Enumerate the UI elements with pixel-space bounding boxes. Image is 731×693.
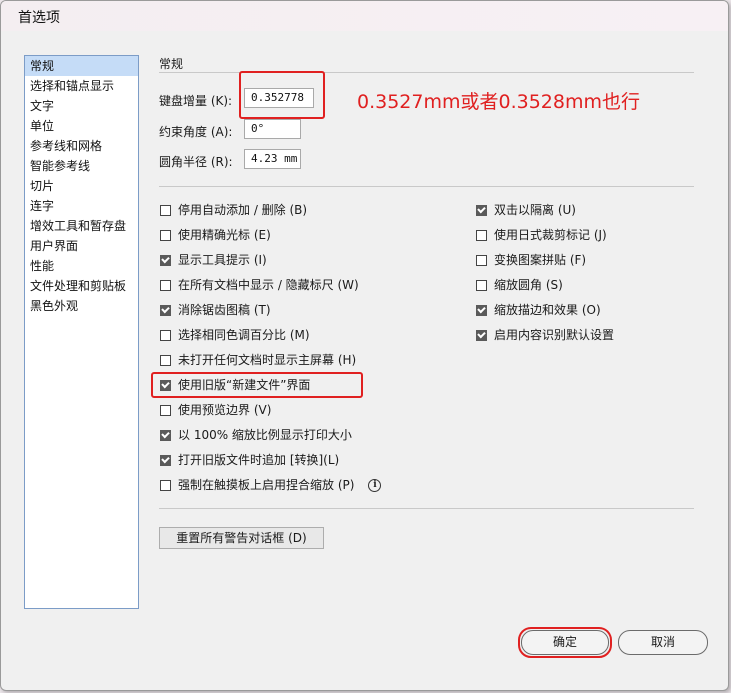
option-label: 未打开任何文档时显示主屏幕 (H)	[178, 353, 357, 367]
option-label: 消除锯齿图稿 (T)	[178, 303, 271, 317]
reset-warnings-button[interactable]: 重置所有警告对话框 (D)	[159, 527, 324, 549]
keyboard-increment-label: 键盘增量 (K):	[159, 94, 233, 108]
option-label: 强制在触摸板上启用捏合缩放 (P)	[178, 478, 355, 492]
sidebar-item[interactable]: 切片	[25, 176, 138, 196]
window-title: 首选项	[18, 10, 60, 26]
sidebar-item[interactable]: 连字	[25, 196, 138, 216]
option-row[interactable]: 启用内容识别默认设置	[476, 326, 614, 344]
option-row[interactable]: 变换图案拼贴 (F)	[476, 251, 586, 269]
checkbox[interactable]	[160, 229, 171, 241]
option-label: 显示工具提示 (I)	[178, 253, 267, 267]
checkbox[interactable]	[160, 479, 171, 491]
sidebar-item[interactable]: 文字	[25, 96, 138, 116]
sidebar-item[interactable]: 用户界面	[25, 236, 138, 256]
checkbox[interactable]	[476, 329, 487, 341]
title-bar: 首选项	[1, 1, 728, 31]
sidebar-item[interactable]: 增效工具和暂存盘	[25, 216, 138, 236]
checkbox[interactable]	[476, 229, 487, 241]
option-label: 使用精确光标 (E)	[178, 228, 271, 242]
checkbox[interactable]	[476, 304, 487, 316]
option-row[interactable]: 打开旧版文件时追加 [转换](L)	[160, 451, 339, 469]
option-label: 停用自动添加 / 删除 (B)	[178, 203, 308, 217]
options-divider	[159, 186, 694, 187]
preferences-dialog: 首选项 常规 选择和锚点显示 文字 单位 参考线和网格 智能参考线 切片 连字 增效工具和暂存盘…	[0, 0, 729, 691]
sidebar-item[interactable]: 智能参考线	[25, 156, 138, 176]
option-row[interactable]: 停用自动添加 / 删除 (B)	[160, 201, 307, 219]
corner-radius-input[interactable]: 4.23 mm	[244, 149, 301, 169]
checkbox[interactable]	[160, 204, 171, 216]
option-label: 变换图案拼贴 (F)	[494, 253, 587, 267]
checkbox[interactable]	[160, 354, 171, 366]
sidebar-item[interactable]: 文件处理和剪贴板	[25, 276, 138, 296]
option-row[interactable]: 选择相同色调百分比 (M)	[160, 326, 310, 344]
sidebar-item[interactable]: 选择和锚点显示	[25, 76, 138, 96]
option-label: 选择相同色调百分比 (M)	[178, 328, 310, 342]
option-label: 双击以隔离 (U)	[494, 203, 576, 217]
option-row[interactable]: 使用预览边界 (V)	[160, 401, 271, 419]
option-row[interactable]: 缩放描边和效果 (O)	[476, 301, 601, 319]
option-row[interactable]: 未打开任何文档时显示主屏幕 (H)	[160, 351, 356, 369]
option-row[interactable]: 使用日式裁剪标记 (J)	[476, 226, 607, 244]
checkbox[interactable]	[160, 254, 171, 266]
sidebar-item[interactable]: 参考线和网格	[25, 136, 138, 156]
option-label: 缩放描边和效果 (O)	[494, 303, 601, 317]
highlight-box-increment	[239, 71, 325, 119]
checkbox[interactable]	[476, 204, 487, 216]
sidebar-item[interactable]: 常规	[25, 56, 138, 76]
sidebar-item[interactable]: 单位	[25, 116, 138, 136]
bottom-divider	[159, 508, 694, 509]
option-row[interactable]: 消除锯齿图稿 (T)	[160, 301, 271, 319]
option-label: 使用日式裁剪标记 (J)	[494, 228, 607, 242]
option-label: 启用内容识别默认设置	[494, 328, 615, 342]
sidebar-item[interactable]: 性能	[25, 256, 138, 276]
option-label: 在所有文档中显示 / 隐藏标尺 (W)	[178, 278, 359, 292]
group-title-general: 常规	[159, 57, 184, 71]
constrain-angle-label: 约束角度 (A):	[159, 125, 233, 139]
checkbox[interactable]	[160, 329, 171, 341]
option-row[interactable]: 双击以隔离 (U)	[476, 201, 576, 219]
checkbox[interactable]	[476, 279, 487, 291]
checkbox[interactable]	[476, 254, 487, 266]
option-row[interactable]: 显示工具提示 (I)	[160, 251, 267, 269]
option-row[interactable]: 在所有文档中显示 / 隐藏标尺 (W)	[160, 276, 359, 294]
checkbox[interactable]	[160, 279, 171, 291]
option-row[interactable]: 以 100% 缩放比例显示打印大小	[160, 426, 352, 444]
option-row[interactable]: 缩放圆角 (S)	[476, 276, 563, 294]
option-label: 缩放圆角 (S)	[494, 278, 563, 292]
option-label: 打开旧版文件时追加 [转换](L)	[178, 453, 340, 467]
checkbox[interactable]	[160, 454, 171, 466]
corner-radius-label: 圆角半径 (R):	[159, 155, 233, 169]
info-icon[interactable]: i	[368, 478, 382, 492]
option-label: 使用预览边界 (V)	[178, 403, 272, 417]
cancel-button[interactable]: 取消	[618, 630, 708, 655]
option-label: 以 100% 缩放比例显示打印大小	[178, 428, 352, 442]
checkbox[interactable]	[160, 304, 171, 316]
checkbox[interactable]	[160, 404, 171, 416]
category-list[interactable]: 常规 选择和锚点显示 文字 单位 参考线和网格 智能参考线 切片 连字 增效工具和暂存盘 用户界面…	[24, 55, 139, 609]
constrain-angle-input[interactable]: 0°	[244, 119, 301, 139]
option-row[interactable]: 强制在触摸板上启用捏合缩放 (P) i	[160, 476, 382, 494]
annotation-note: 0.3527mm或者0.3528mm也行	[357, 91, 640, 113]
option-row[interactable]: 使用精确光标 (E)	[160, 226, 271, 244]
highlight-box-ok	[518, 627, 612, 658]
sidebar-item[interactable]: 黑色外观	[25, 296, 138, 316]
checkbox[interactable]	[160, 429, 171, 441]
highlight-box-legacy-new-file	[151, 372, 363, 398]
